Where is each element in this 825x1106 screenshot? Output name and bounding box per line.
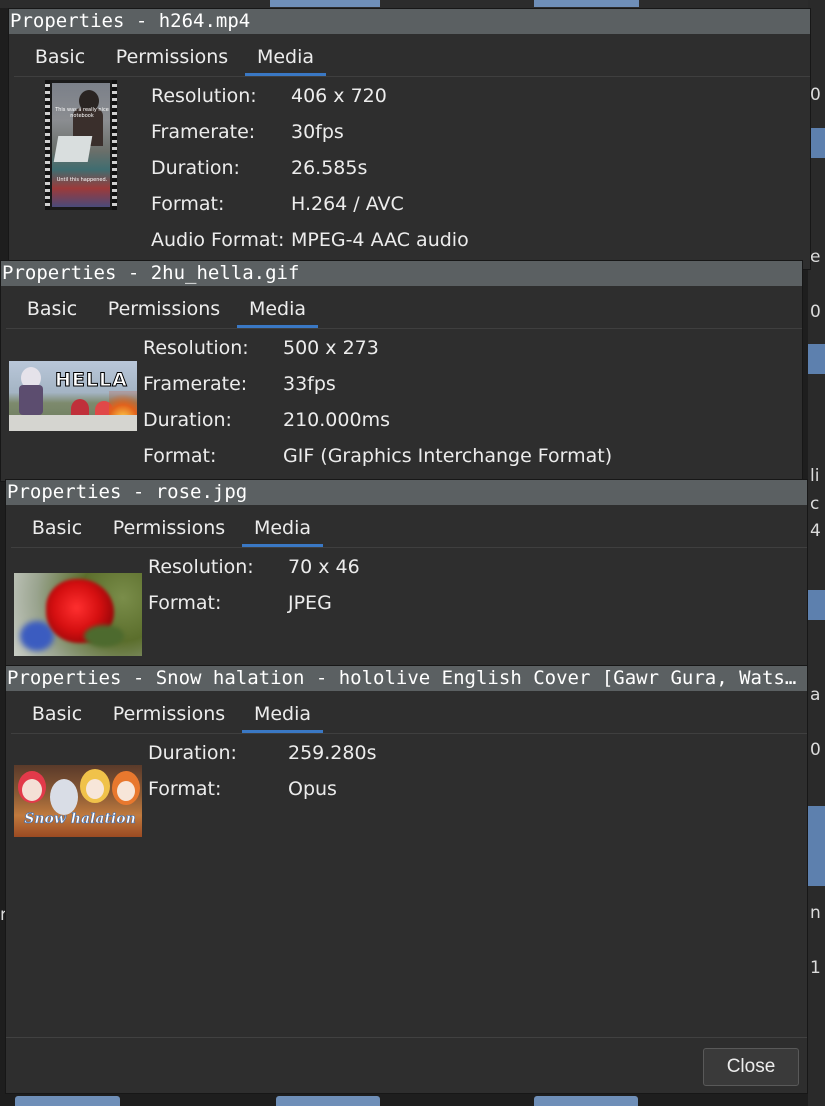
bg-text-fragment: 1 bbox=[810, 958, 821, 978]
bg-text-fragment: c bbox=[810, 494, 820, 514]
tab-basic[interactable]: Basic bbox=[21, 696, 93, 733]
tab-permissions[interactable]: Permissions bbox=[110, 39, 234, 76]
window-title[interactable]: Properties - h264.mp4 bbox=[9, 9, 810, 34]
field-label: Format: bbox=[151, 193, 225, 215]
background-tab-2 bbox=[534, 0, 639, 7]
field-label: Format: bbox=[143, 445, 217, 467]
field-value: 259.280s bbox=[288, 742, 377, 764]
field-value: 30fps bbox=[291, 121, 344, 143]
bg-text-fragment: 0 bbox=[810, 302, 821, 322]
tab-media[interactable]: Media bbox=[242, 696, 323, 733]
audio-cover-thumbnail: Snow halation bbox=[14, 765, 142, 837]
bg-text-fragment: 0 bbox=[810, 740, 821, 760]
tab-bar: Basic Permissions Media bbox=[14, 39, 810, 77]
properties-window-rose-jpg: Properties - rose.jpg Basic Permissions … bbox=[5, 479, 808, 669]
field-value: JPEG bbox=[288, 592, 332, 614]
tab-basic[interactable]: Basic bbox=[16, 291, 88, 328]
video-thumbnail: This was a really nice notebook Until th… bbox=[45, 80, 117, 210]
window-title[interactable]: Properties - Snow halation - hololive En… bbox=[6, 666, 807, 691]
field-value: 26.585s bbox=[291, 157, 368, 179]
gif-thumbnail: HELLA bbox=[9, 361, 137, 431]
tab-permissions[interactable]: Permissions bbox=[107, 510, 231, 547]
tab-basic[interactable]: Basic bbox=[24, 39, 96, 76]
field-label: Duration: bbox=[148, 742, 237, 764]
field-value: 70 x 46 bbox=[288, 556, 360, 578]
tab-permissions[interactable]: Permissions bbox=[102, 291, 226, 328]
properties-window-hella-gif: Properties - 2hu_hella.gif Basic Permiss… bbox=[0, 260, 803, 482]
background-bar bbox=[0, 0, 825, 8]
tab-bar: Basic Permissions Media bbox=[11, 510, 807, 548]
bg-text-fragment: n bbox=[810, 903, 821, 923]
tab-bar: Basic Permissions Media bbox=[6, 291, 802, 329]
bg-text-fragment: 4 bbox=[810, 521, 821, 541]
field-label: Framerate: bbox=[143, 373, 248, 395]
background-button bbox=[534, 1096, 638, 1106]
field-label: Audio Format: bbox=[151, 229, 285, 251]
bg-text-fragment: a bbox=[810, 685, 821, 705]
tab-permissions[interactable]: Permissions bbox=[107, 696, 231, 733]
tab-media[interactable]: Media bbox=[237, 291, 318, 328]
background-button bbox=[15, 1096, 120, 1106]
field-value: GIF (Graphics Interchange Format) bbox=[283, 445, 613, 467]
tab-media[interactable]: Media bbox=[242, 510, 323, 547]
background-button bbox=[276, 1096, 380, 1106]
field-label: Format: bbox=[148, 592, 222, 614]
field-label: Format: bbox=[148, 778, 222, 800]
properties-window-h264: Properties - h264.mp4 Basic Permissions … bbox=[8, 8, 811, 270]
field-label: Duration: bbox=[151, 157, 240, 179]
image-thumbnail bbox=[14, 573, 142, 656]
bg-text-fragment: 0 bbox=[810, 85, 821, 105]
window-title[interactable]: Properties - rose.jpg bbox=[6, 480, 807, 505]
field-value: Opus bbox=[288, 778, 337, 800]
thumbnail-caption: This was a really nice notebook bbox=[55, 107, 109, 119]
bg-text-fragment: e bbox=[810, 247, 821, 267]
field-value: H.264 / AVC bbox=[291, 193, 404, 215]
field-label: Resolution: bbox=[148, 556, 254, 578]
field-value: 406 x 720 bbox=[291, 85, 387, 107]
field-value: 210.000ms bbox=[283, 409, 390, 431]
close-button[interactable]: Close bbox=[703, 1048, 799, 1086]
window-title[interactable]: Properties - 2hu_hella.gif bbox=[1, 261, 802, 286]
field-value: 33fps bbox=[283, 373, 336, 395]
bg-text-fragment: li bbox=[810, 466, 820, 486]
tab-basic[interactable]: Basic bbox=[21, 510, 93, 547]
field-label: Resolution: bbox=[143, 337, 249, 359]
field-value: 500 x 273 bbox=[283, 337, 379, 359]
field-value: MPEG-4 AAC audio bbox=[291, 229, 469, 251]
thumbnail-caption: Snow halation bbox=[24, 811, 136, 828]
footer-separator bbox=[6, 1037, 807, 1038]
properties-window-snow-halation: Properties - Snow halation - hololive En… bbox=[5, 665, 808, 1094]
tab-bar: Basic Permissions Media bbox=[11, 696, 807, 734]
background-tab-1 bbox=[270, 0, 380, 7]
field-label: Framerate: bbox=[151, 121, 256, 143]
field-label: Resolution: bbox=[151, 85, 257, 107]
field-label: Duration: bbox=[143, 409, 232, 431]
thumbnail-caption: HELLA bbox=[55, 369, 128, 392]
tab-media[interactable]: Media bbox=[245, 39, 326, 76]
thumbnail-caption: Until this happened. bbox=[56, 177, 108, 183]
